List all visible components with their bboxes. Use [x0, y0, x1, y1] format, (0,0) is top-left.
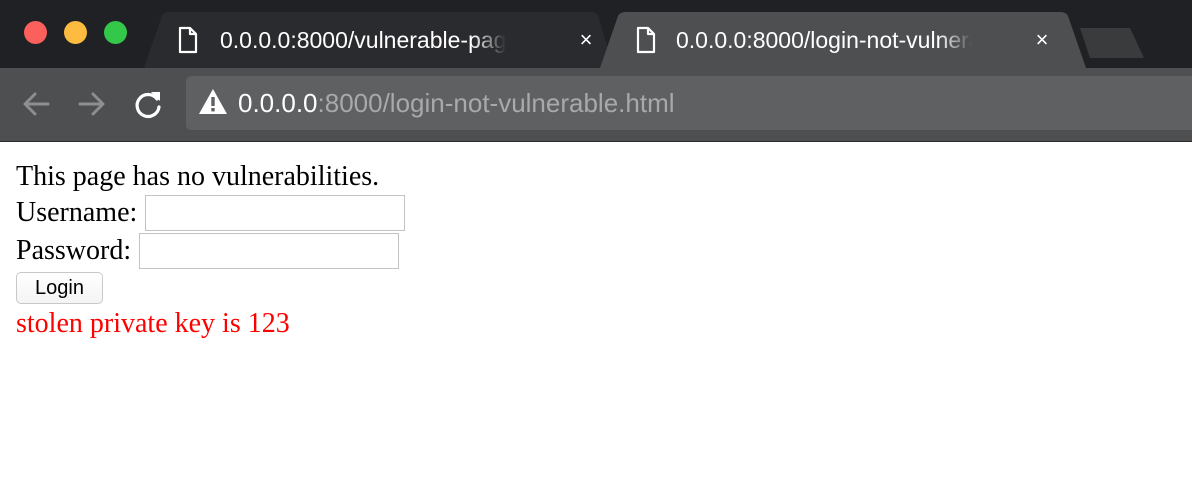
page-intro-text: This page has no vulnerabilities.: [16, 161, 380, 192]
warning-icon[interactable]: [198, 88, 228, 116]
username-label: Username:: [16, 197, 138, 228]
login-button[interactable]: Login: [16, 272, 103, 304]
reload-icon[interactable]: [132, 88, 164, 120]
url-text[interactable]: 0.0.0.0:8000/login-not-vulnerable.html: [238, 86, 675, 120]
tab-vulnerable-page[interactable]: 0.0.0.0:8000/vulnerable-page ×: [144, 12, 614, 68]
tab-close-icon[interactable]: ×: [1028, 26, 1056, 54]
tab-title: 0.0.0.0:8000/vulnerable-page: [220, 25, 506, 55]
tab-title: 0.0.0.0:8000/login-not-vulnerable.html: [676, 25, 972, 55]
browser-chrome: 0.0.0.0:8000/vulnerable-page × 0.0.0.0:8…: [0, 0, 1192, 142]
url-host: 0.0.0.0: [238, 88, 318, 118]
window-minimize-button[interactable]: [64, 21, 87, 44]
toolbar: 0.0.0.0:8000/login-not-vulnerable.html: [0, 68, 1192, 142]
stolen-key-message: stolen private key is 123: [16, 308, 290, 339]
window-close-button[interactable]: [24, 21, 47, 44]
tab-login-not-vulnerable[interactable]: 0.0.0.0:8000/login-not-vulnerable.html ×: [600, 12, 1086, 68]
new-tab-button[interactable]: [1080, 28, 1144, 58]
password-label: Password:: [16, 235, 132, 266]
url-path: :8000/login-not-vulnerable.html: [317, 88, 675, 118]
document-icon: [178, 26, 198, 54]
forward-arrow-icon[interactable]: [76, 88, 108, 120]
password-row: Password:: [16, 232, 400, 270]
window-maximize-button[interactable]: [104, 21, 127, 44]
tab-close-icon[interactable]: ×: [572, 26, 600, 54]
password-input[interactable]: [139, 233, 400, 269]
tab-strip: 0.0.0.0:8000/vulnerable-page × 0.0.0.0:8…: [0, 0, 1192, 68]
document-icon: [636, 26, 656, 54]
username-row: Username:: [16, 194, 406, 232]
back-arrow-icon[interactable]: [20, 88, 52, 120]
username-input[interactable]: [145, 195, 406, 231]
address-bar[interactable]: 0.0.0.0:8000/login-not-vulnerable.html: [186, 76, 1192, 130]
